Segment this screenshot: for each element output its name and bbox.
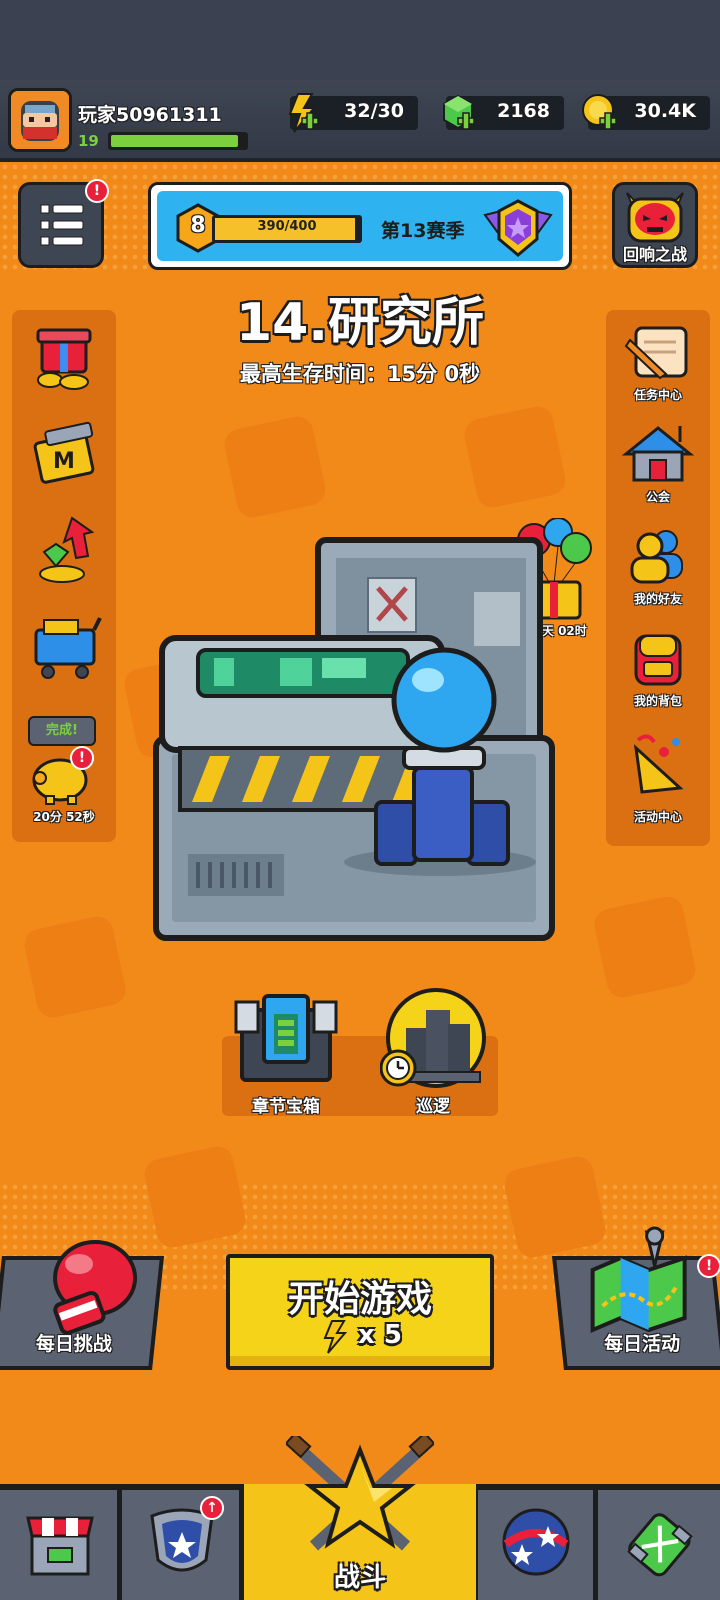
top-header: 玩家50961311 19 32/30 2168 30.4K [0,80,720,162]
chapter-chest-button[interactable]: 章节宝箱 [234,990,338,1117]
event-center-button[interactable]: 活动中心 [606,728,710,832]
backpack-label: 我的背包 [633,694,682,708]
energy-bolt-plus-icon [288,93,319,133]
friends-icon [630,530,683,584]
shop-cart-button[interactable] [12,608,116,692]
boxing-glove-icon [53,1240,138,1334]
season-name: 第13赛季 [381,220,465,242]
avatar[interactable] [8,88,72,152]
bg-decoration [591,893,699,1001]
demon-face-icon [626,192,684,243]
energy-counter[interactable]: 32/30 [288,93,418,133]
friends-label: 我的好友 [633,592,682,606]
main-area: ! 8 390/400 第13赛季 回响之战 14.研究所 最高生存时间：15分… [0,162,720,1484]
nav-tab-gem-ball[interactable] [478,1490,596,1600]
coin-value: 30.4K [634,100,696,122]
gem-counter[interactable]: 2168 [443,94,564,130]
nav-tab-talent[interactable]: ↑ [122,1490,242,1600]
party-horn-icon [633,734,684,794]
coin-plus-icon [582,94,617,130]
bg-decoration [141,1143,249,1251]
menu-button[interactable]: ! [18,179,109,268]
gem-ball-icon [502,1508,570,1576]
gift-pack-button[interactable] [12,320,116,404]
treasure-map-icon [590,1226,687,1334]
gem-value: 2168 [497,100,550,122]
player-name: 玩家50961311 [78,104,222,126]
player-xp-bar [108,132,248,150]
piggy-timer: 20分 52秒 [33,810,95,824]
nav-battle-label: 战斗 [333,1563,386,1593]
dna-icon [627,1513,693,1577]
chapter-chest-label: 章节宝箱 [252,1097,320,1117]
daily-challenge-label: 每日挑战 [35,1333,112,1355]
season-pass-inner: 8 390/400 第13赛季 [157,191,563,261]
player-level: 19 [78,132,99,150]
echo-battle-button[interactable]: 回响之战 [612,182,698,268]
coin-counter[interactable]: 30.4K [582,94,710,130]
growth-arrow-icon [39,516,95,583]
backpack-icon [634,634,682,686]
daily-challenge-button[interactable]: 每日挑战 [0,1240,164,1370]
battle-star-swords-icon [286,1436,434,1551]
nav-tab-shop[interactable] [0,1490,120,1600]
growth-fund-button[interactable] [12,512,116,596]
piggy-bank-button[interactable]: 完成! ! 20分 52秒 [12,716,116,832]
menu-badge: ! [85,179,109,203]
friends-button[interactable]: 我的好友 [606,524,710,614]
start-game-button[interactable]: 开始游戏 x 5 [226,1254,494,1370]
piggy-bubble: 完成! [28,716,96,746]
echo-battle-label: 回响之战 [622,245,687,264]
monthly-card-button[interactable]: M [12,416,116,500]
bg-decoration [21,913,129,1021]
daily-event-label: 每日活动 [604,1333,681,1355]
ninja-avatar-icon [11,91,69,149]
player-xp-fill [111,135,239,147]
start-game-label: 开始游戏 [287,1279,432,1320]
left-side-panel: M 完成! ! 20分 52秒 [12,310,116,842]
event-center-label: 活动中心 [633,810,682,824]
patrol-button[interactable]: 巡逻 [379,988,486,1117]
guild-button[interactable]: 公会 [606,422,710,512]
month-card-letter: M [53,449,75,474]
quest-center-label: 任务中心 [633,388,682,402]
laboratory-machine-illustration [153,537,555,941]
season-emblem-icon [483,199,553,257]
guild-house-icon [621,426,695,482]
tech-chest-icon [234,994,338,1082]
shop-icon [26,1516,94,1576]
nav-tab-battle[interactable]: 战斗 [244,1436,476,1600]
month-card-icon: M [33,421,95,484]
daily-event-button[interactable]: ! 每日活动 [552,1226,720,1370]
patrol-label: 巡逻 [416,1097,450,1117]
scroll-quill-icon [624,326,688,380]
season-pass-bar[interactable]: 8 390/400 第13赛季 [148,182,572,270]
season-xp-text: 390/400 [257,219,317,234]
right-side-panel: 任务中心 公会 我的好友 我的背包 活动中心 [606,310,710,846]
piggy-badge: ! [70,746,94,770]
quest-center-button[interactable]: 任务中心 [606,320,710,410]
patrol-city-icon [379,988,486,1088]
season-xp-bar: 390/400 [212,215,362,243]
backpack-button[interactable]: 我的背包 [606,626,710,716]
bg-decoration [461,403,569,511]
bottom-navigation: ↑ 战斗 [0,1436,720,1600]
piggy-bubble-text: 完成! [46,723,78,738]
start-game-cost: x 5 [358,1320,402,1350]
shopping-cart-icon [34,617,102,679]
gem-plus-icon [443,94,475,130]
status-bar [0,0,720,80]
talent-badge: ↑ [200,1496,224,1520]
guild-label: 公会 [645,490,670,504]
gift-coins-icon [36,328,92,390]
daily-event-badge: ! [697,1254,720,1278]
nav-tab-evolution[interactable] [598,1490,720,1600]
bg-decoration [221,413,329,521]
energy-value: 32/30 [344,100,404,122]
